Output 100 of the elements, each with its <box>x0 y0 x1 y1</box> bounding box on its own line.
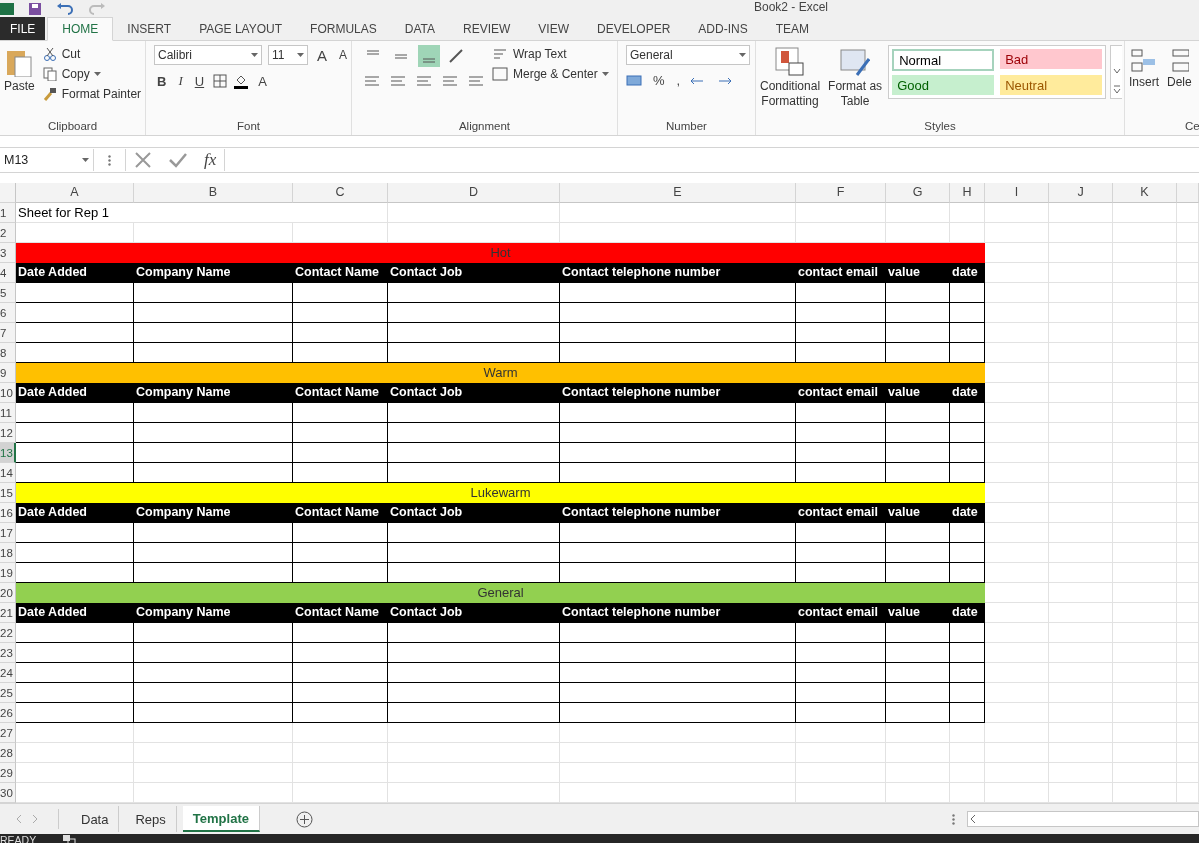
row-header[interactable]: 8 <box>0 343 16 363</box>
grid-cell[interactable] <box>985 663 1049 683</box>
row-header[interactable]: 4 <box>0 263 16 283</box>
grid-cell[interactable] <box>985 343 1049 363</box>
grid-cell[interactable] <box>985 303 1049 323</box>
borders-icon[interactable] <box>213 74 228 88</box>
grid-cell[interactable] <box>1113 703 1177 723</box>
table-cell[interactable] <box>796 443 886 463</box>
table-cell[interactable] <box>950 303 985 323</box>
sheet-tab[interactable]: Data <box>71 806 120 832</box>
table-cell[interactable] <box>293 523 388 543</box>
row-header[interactable]: 29 <box>0 763 16 783</box>
row-header[interactable]: 23 <box>0 643 16 663</box>
insert-function-button[interactable]: fx <box>204 150 217 170</box>
table-cell[interactable] <box>134 423 293 443</box>
table-cell[interactable] <box>886 683 950 703</box>
table-cell[interactable] <box>293 623 388 643</box>
font-name-dropdown[interactable]: Calibri <box>154 45 262 65</box>
table-cell[interactable] <box>950 423 985 443</box>
table-cell[interactable] <box>950 443 985 463</box>
table-cell[interactable] <box>293 683 388 703</box>
scroll-left-icon[interactable] <box>968 813 978 825</box>
select-all-corner[interactable] <box>0 183 16 203</box>
grid-cell[interactable] <box>796 723 886 743</box>
vertical-align-icon[interactable] <box>418 45 440 67</box>
row-header[interactable]: 13 <box>0 443 16 463</box>
row-header[interactable]: 20 <box>0 583 16 603</box>
grid-cell[interactable] <box>1049 503 1113 523</box>
grid-cell[interactable] <box>1049 323 1113 343</box>
format-painter-button[interactable]: Format Painter <box>40 85 144 103</box>
grid-cell[interactable] <box>985 263 1049 283</box>
table-cell[interactable] <box>16 703 134 723</box>
currency-icon[interactable] <box>626 73 644 88</box>
table-cell[interactable] <box>388 543 560 563</box>
ribbon-tab[interactable]: HOME <box>47 17 114 41</box>
table-cell[interactable] <box>293 323 388 343</box>
paste-button[interactable]: Paste <box>2 45 37 95</box>
grid-cell[interactable] <box>1049 383 1113 403</box>
table-cell[interactable] <box>886 403 950 423</box>
row-header[interactable]: 25 <box>0 683 16 703</box>
grid-cell[interactable] <box>1113 723 1177 743</box>
row-header[interactable]: 28 <box>0 743 16 763</box>
grid-cell[interactable] <box>1113 243 1177 263</box>
copy-button[interactable]: Copy <box>40 65 92 83</box>
grid-cell[interactable] <box>1113 603 1177 623</box>
grid-cell[interactable] <box>1049 683 1113 703</box>
grid-cell[interactable] <box>985 483 1049 503</box>
row-header[interactable]: 15 <box>0 483 16 503</box>
grid-cell[interactable] <box>388 203 560 223</box>
grid-cell[interactable] <box>1177 603 1199 623</box>
ribbon-tab[interactable]: VIEW <box>524 17 583 40</box>
grid-cell[interactable] <box>985 423 1049 443</box>
table-cell[interactable] <box>388 523 560 543</box>
grid-cell[interactable] <box>1177 723 1199 743</box>
save-icon[interactable] <box>28 2 42 15</box>
font-style-button[interactable]: I <box>175 73 186 89</box>
grid-cell[interactable] <box>1177 683 1199 703</box>
column-header[interactable]: E <box>560 183 796 203</box>
wrap-text-button[interactable]: Wrap Text <box>490 45 609 63</box>
table-cell[interactable] <box>134 443 293 463</box>
row-header[interactable]: 12 <box>0 423 16 443</box>
ribbon-tab[interactable]: PAGE LAYOUT <box>185 17 297 40</box>
grid-cell[interactable] <box>985 443 1049 463</box>
row-header[interactable]: 24 <box>0 663 16 683</box>
table-cell[interactable] <box>16 523 134 543</box>
grid-cell[interactable] <box>1049 723 1113 743</box>
table-cell[interactable] <box>134 703 293 723</box>
table-cell[interactable] <box>560 283 796 303</box>
grid-cell[interactable] <box>985 643 1049 663</box>
column-header[interactable]: J <box>1049 183 1113 203</box>
table-cell[interactable] <box>950 283 985 303</box>
table-cell[interactable] <box>950 623 985 643</box>
grid-cell[interactable] <box>985 583 1049 603</box>
grid-cell[interactable] <box>1113 323 1177 343</box>
table-cell[interactable] <box>796 303 886 323</box>
table-cell[interactable] <box>134 643 293 663</box>
grid-cell[interactable] <box>1049 343 1113 363</box>
undo-icon[interactable] <box>56 2 74 15</box>
number-format-dropdown[interactable]: General <box>626 45 750 65</box>
table-cell[interactable] <box>560 403 796 423</box>
table-cell[interactable] <box>560 663 796 683</box>
table-cell[interactable] <box>886 703 950 723</box>
grid-cell[interactable] <box>388 743 560 763</box>
grid-cell[interactable] <box>1049 363 1113 383</box>
grid-cell[interactable] <box>985 363 1049 383</box>
align-lines-icon[interactable] <box>466 75 486 89</box>
grid-cell[interactable] <box>1177 283 1199 303</box>
row-header[interactable]: 21 <box>0 603 16 623</box>
row-header[interactable]: 22 <box>0 623 16 643</box>
row-header[interactable]: 19 <box>0 563 16 583</box>
conditional-formatting-button[interactable]: Conditional Formatting <box>758 45 823 111</box>
table-cell[interactable] <box>886 323 950 343</box>
fill-color-icon[interactable] <box>233 73 250 89</box>
table-cell[interactable] <box>388 643 560 663</box>
table-cell[interactable] <box>134 403 293 423</box>
grid-cell[interactable] <box>1113 503 1177 523</box>
grid-cell[interactable] <box>1177 583 1199 603</box>
grid-cell[interactable] <box>1049 763 1113 783</box>
more-icon[interactable] <box>108 154 111 166</box>
table-cell[interactable] <box>560 303 796 323</box>
